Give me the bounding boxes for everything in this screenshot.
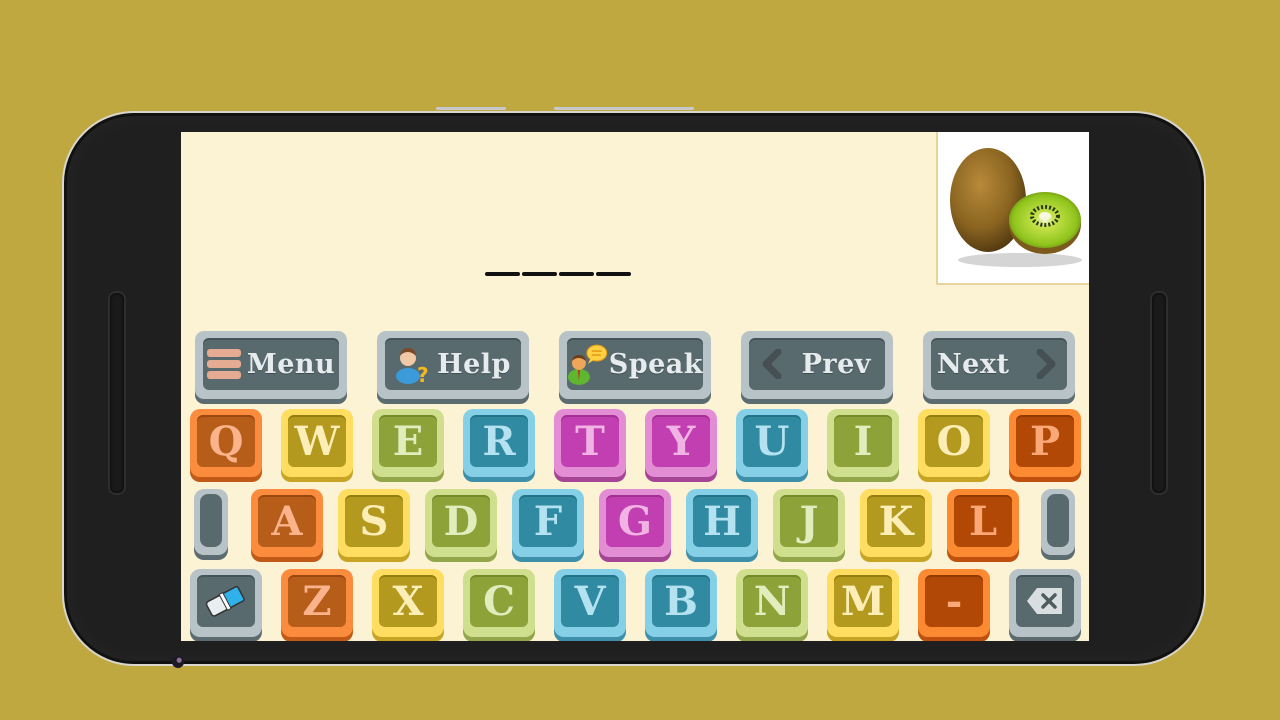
key-label: -	[925, 575, 983, 627]
help-button-label: Help	[437, 348, 511, 380]
key-label: G	[606, 495, 664, 547]
key-b[interactable]: B	[645, 569, 717, 637]
key-e[interactable]: E	[372, 409, 444, 477]
key-label: V	[561, 575, 619, 627]
key-v[interactable]: V	[554, 569, 626, 637]
key-f[interactable]: F	[512, 489, 584, 557]
key-label: T	[561, 415, 619, 467]
key-i[interactable]: I	[827, 409, 899, 477]
key-n[interactable]: N	[736, 569, 808, 637]
spacer-key-right	[1041, 489, 1075, 555]
menu-button[interactable]: Menu	[195, 331, 347, 399]
key-label: C	[470, 575, 528, 627]
key-label: E	[379, 415, 437, 467]
menu-button-label: Menu	[246, 348, 336, 380]
key-label: Z	[288, 575, 346, 627]
key-x[interactable]: X	[372, 569, 444, 637]
key-label: B	[652, 575, 710, 627]
key-s[interactable]: S	[338, 489, 410, 557]
answer-slot	[559, 272, 594, 276]
phone-camera	[172, 656, 184, 668]
key-u[interactable]: U	[736, 409, 808, 477]
key-label: I	[834, 415, 892, 467]
key-l[interactable]: L	[947, 489, 1019, 557]
chevron-left-icon	[762, 349, 782, 379]
speak-button-label: Speak	[608, 348, 703, 380]
speak-button[interactable]: Speak	[559, 331, 711, 399]
eraser-icon	[205, 585, 245, 617]
key-j[interactable]: J	[773, 489, 845, 557]
key-label: K	[867, 495, 925, 547]
key-label: F	[519, 495, 577, 547]
answer-slots	[481, 272, 641, 280]
answer-slot	[522, 272, 557, 276]
prev-button-label: Prev	[801, 348, 871, 380]
kiwi-fruit-image	[936, 132, 1089, 285]
key-label: L	[954, 495, 1012, 547]
menu-icon	[206, 349, 241, 379]
key-y[interactable]: Y	[645, 409, 717, 477]
svg-text:?: ?	[417, 363, 429, 384]
key-q[interactable]: Q	[190, 409, 262, 477]
key-hyphen[interactable]: -	[918, 569, 990, 637]
key-label: D	[432, 495, 490, 547]
key-p[interactable]: P	[1009, 409, 1081, 477]
key-c[interactable]: C	[463, 569, 535, 637]
key-label: H	[693, 495, 751, 547]
next-button-label: Next	[937, 348, 1010, 380]
phone-button-top-left	[436, 107, 506, 110]
kiwi-icon	[950, 148, 1082, 267]
prev-button[interactable]: Prev	[741, 331, 893, 399]
key-label: R	[470, 415, 528, 467]
key-label: X	[379, 575, 437, 627]
key-label: Y	[652, 415, 710, 467]
key-label: N	[743, 575, 801, 627]
answer-slot	[596, 272, 631, 276]
key-o[interactable]: O	[918, 409, 990, 477]
next-button[interactable]: Next	[923, 331, 1075, 399]
backspace-key[interactable]	[1009, 569, 1081, 637]
clear-key[interactable]	[190, 569, 262, 637]
key-t[interactable]: T	[554, 409, 626, 477]
backspace-icon	[1027, 588, 1062, 614]
help-button[interactable]: ? Help	[377, 331, 529, 399]
chevron-right-icon	[1036, 349, 1056, 379]
key-label: S	[345, 495, 403, 547]
key-z[interactable]: Z	[281, 569, 353, 637]
key-k[interactable]: K	[860, 489, 932, 557]
phone-speaker-left	[108, 291, 126, 495]
phone-speaker-right	[1150, 291, 1168, 495]
key-g[interactable]: G	[599, 489, 671, 557]
app-screen: Menu ? Help Speak Prev Next Q W E R T Y …	[181, 132, 1089, 641]
key-a[interactable]: A	[251, 489, 323, 557]
key-d[interactable]: D	[425, 489, 497, 557]
key-label: M	[834, 575, 892, 627]
spacer-key-left	[194, 489, 228, 555]
key-label: Q	[197, 415, 255, 467]
phone-button-top-right	[554, 107, 694, 110]
key-label: A	[258, 495, 316, 547]
key-label: W	[288, 415, 346, 467]
key-label: U	[743, 415, 801, 467]
key-h[interactable]: H	[686, 489, 758, 557]
key-label: O	[925, 415, 983, 467]
answer-slot	[485, 272, 520, 276]
key-w[interactable]: W	[281, 409, 353, 477]
key-label: P	[1016, 415, 1074, 467]
speak-user-icon	[567, 344, 608, 385]
key-m[interactable]: M	[827, 569, 899, 637]
key-r[interactable]: R	[463, 409, 535, 477]
key-label: J	[780, 495, 838, 547]
help-user-icon: ?	[396, 348, 429, 384]
